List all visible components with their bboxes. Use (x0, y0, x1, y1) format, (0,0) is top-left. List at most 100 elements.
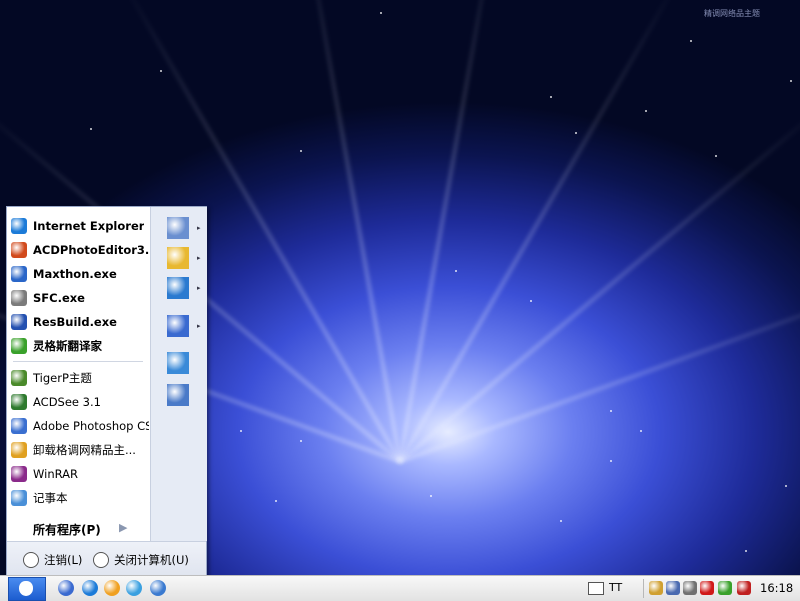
acdsee-icon (11, 394, 27, 410)
star (640, 430, 642, 432)
star (380, 12, 382, 14)
notepad-icon (11, 490, 27, 506)
star (745, 550, 747, 552)
qq-icon[interactable] (104, 580, 120, 596)
star (240, 430, 242, 432)
submenu-arrow-icon: ▸ (197, 284, 201, 292)
menu-item-label: Adobe Photoshop CS2 (33, 419, 149, 433)
star (275, 500, 277, 502)
sfc-icon (11, 290, 27, 306)
documents-icon[interactable] (167, 217, 189, 239)
all-programs-button[interactable]: 所有程序(P) (33, 521, 101, 538)
shutdown-label: 关闭计算机(U) (114, 553, 189, 567)
menu-item-photoshop[interactable]: Adobe Photoshop CS2 (11, 416, 149, 436)
tray-separator (643, 579, 644, 598)
menu-item-uninstall-theme[interactable]: 卸载格调网精品主... (11, 440, 149, 460)
home-icon (23, 552, 39, 568)
power-icon (93, 552, 109, 568)
maxthon-icon (11, 266, 27, 282)
star (530, 300, 532, 302)
menu-item-label: 卸载格调网精品主... (33, 443, 136, 457)
star (610, 460, 612, 462)
wallpaper-watermark: 精调网络品主题 (704, 9, 760, 18)
network-icon[interactable] (666, 581, 680, 595)
star (790, 80, 792, 82)
ie-icon[interactable] (82, 580, 98, 596)
control-panel-icon[interactable] (167, 277, 189, 299)
lingoes-parrot-icon (11, 338, 27, 354)
star (90, 128, 92, 130)
menu-item-label: Maxthon.exe (33, 267, 117, 281)
menu-item-winrar[interactable]: WinRAR (11, 464, 149, 484)
menu-item-resbuild[interactable]: ResBuild.exe (11, 312, 149, 332)
folder-icon[interactable] (167, 247, 189, 269)
menu-item-label: ResBuild.exe (33, 315, 117, 329)
menu-item-label: ACDPhotoEditor3.... (33, 243, 149, 257)
star (715, 155, 717, 157)
menu-item-label: WinRAR (33, 467, 78, 481)
menu-separator (13, 361, 143, 362)
menu-item-maxthon[interactable]: Maxthon.exe (11, 264, 149, 284)
start-menu-footer: 注销(L) 关闭计算机(U) (7, 541, 206, 578)
messenger-icon[interactable] (126, 580, 142, 596)
uninstall-icon (11, 442, 27, 458)
menu-item-notepad[interactable]: 记事本 (11, 488, 149, 508)
volume-icon[interactable] (683, 581, 697, 595)
menu-item-acdsee[interactable]: ACDSee 3.1 (11, 392, 149, 412)
antivirus-icon[interactable] (700, 581, 714, 595)
ime-indicator[interactable]: TT (609, 581, 622, 594)
star (690, 40, 692, 42)
star (455, 270, 457, 272)
media-player-icon[interactable] (58, 580, 74, 596)
run-icon[interactable] (167, 384, 189, 406)
star (160, 70, 162, 72)
light-ray (399, 100, 800, 463)
apple-logo-icon (19, 581, 33, 596)
winrar-icon (11, 466, 27, 482)
submenu-arrow-icon: ▸ (197, 322, 201, 330)
search-icon[interactable] (167, 352, 189, 374)
start-button[interactable] (8, 577, 46, 601)
menu-item-tigerp[interactable]: TigerP主题 (11, 368, 149, 388)
menu-item-lingoes[interactable]: 灵格斯翻译家 (11, 336, 149, 356)
star (430, 495, 432, 497)
explorer-icon[interactable] (150, 580, 166, 596)
ie-icon (11, 218, 27, 234)
submenu-arrow-icon: ▸ (197, 224, 201, 232)
settings-check-icon[interactable] (167, 315, 189, 337)
menu-item-acd-photo-editor[interactable]: ACDPhotoEditor3.... (11, 240, 149, 260)
menu-item-internet-explorer[interactable]: Internet Explorer (11, 216, 149, 236)
lock-user-icon[interactable] (649, 581, 663, 595)
menu-item-label: 灵格斯翻译家 (33, 339, 102, 353)
start-menu-places: ▸ ▸ ▸ ▸ (150, 207, 207, 541)
star (300, 150, 302, 152)
lingoes-parrot-icon[interactable] (718, 581, 732, 595)
submenu-arrow-icon: ▸ (197, 254, 201, 262)
acd-photo-editor-icon (11, 242, 27, 258)
star (550, 96, 552, 98)
shutdown-button[interactable]: 关闭计算机(U) (93, 552, 189, 568)
menu-item-label: ACDSee 3.1 (33, 395, 101, 409)
logoff-label: 注销(L) (44, 553, 83, 567)
shield-icon[interactable] (737, 581, 751, 595)
menu-item-label: Internet Explorer (33, 219, 145, 233)
light-ray (399, 268, 800, 463)
all-programs-arrow-icon: ▶ (119, 521, 128, 534)
start-menu: Internet Explorer ACDPhotoEditor3.... Ma… (6, 206, 207, 578)
menu-item-label: SFC.exe (33, 291, 85, 305)
tigerp-icon (11, 370, 27, 386)
star (300, 440, 302, 442)
start-menu-programs: Internet Explorer ACDPhotoEditor3.... Ma… (7, 207, 150, 541)
resbuild-icon (11, 314, 27, 330)
menu-item-sfc[interactable]: SFC.exe (11, 288, 149, 308)
menu-item-label: TigerP主题 (33, 371, 92, 385)
star (785, 485, 787, 487)
star (645, 110, 647, 112)
logoff-button[interactable]: 注销(L) (23, 552, 82, 568)
menu-item-label: 记事本 (33, 491, 68, 505)
keyboard-icon[interactable] (588, 582, 604, 595)
star (560, 520, 562, 522)
photoshop-icon (11, 418, 27, 434)
star (610, 410, 612, 412)
clock[interactable]: 16:18 (760, 581, 793, 595)
